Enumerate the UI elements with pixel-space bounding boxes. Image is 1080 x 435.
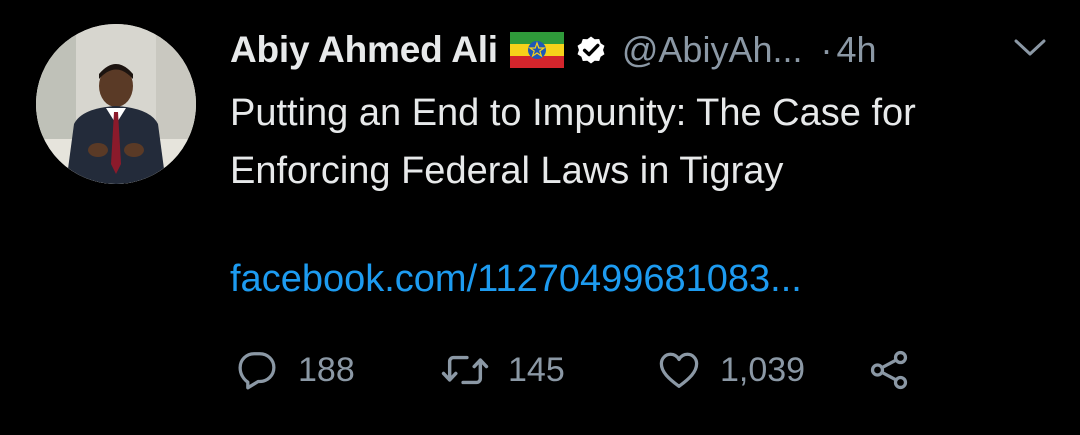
tweet[interactable]: Abiy Ahmed Ali @AbiyAh... · 4h Putting a… [0, 0, 1080, 435]
tweet-text: Putting an End to Impunity: The Case for… [230, 84, 1050, 200]
ethiopia-flag-icon [509, 32, 564, 68]
author-handle[interactable]: @AbiyAh... [622, 29, 803, 71]
tweet-actions: 188 145 1,039 [230, 345, 990, 395]
like-button[interactable]: 1,039 [656, 345, 805, 395]
like-count: 1,039 [720, 350, 806, 389]
heart-icon [656, 347, 702, 393]
avatar[interactable] [36, 24, 196, 184]
separator-dot: · [820, 29, 833, 70]
verified-badge-icon [574, 33, 608, 67]
tweet-link[interactable]: facebook.com/11270499681083... [230, 258, 802, 301]
share-icon [866, 347, 912, 393]
tweet-timestamp[interactable]: 4h [837, 29, 877, 71]
reply-count: 188 [298, 350, 355, 389]
tweet-header: Abiy Ahmed Ali @AbiyAh... · 4h [230, 26, 1050, 74]
reply-button[interactable]: 188 [234, 345, 355, 395]
retweet-button[interactable]: 145 [440, 345, 565, 395]
retweet-icon [440, 347, 490, 393]
retweet-count: 145 [508, 350, 565, 389]
tweet-text-line: Putting an End to Impunity: The Case for [230, 92, 916, 134]
share-button[interactable] [866, 345, 912, 395]
author-name[interactable]: Abiy Ahmed Ali [230, 29, 498, 71]
tweet-text-line: Enforcing Federal Laws in Tigray [230, 150, 784, 192]
reply-icon [234, 347, 280, 393]
chevron-down-icon[interactable] [1010, 32, 1050, 62]
